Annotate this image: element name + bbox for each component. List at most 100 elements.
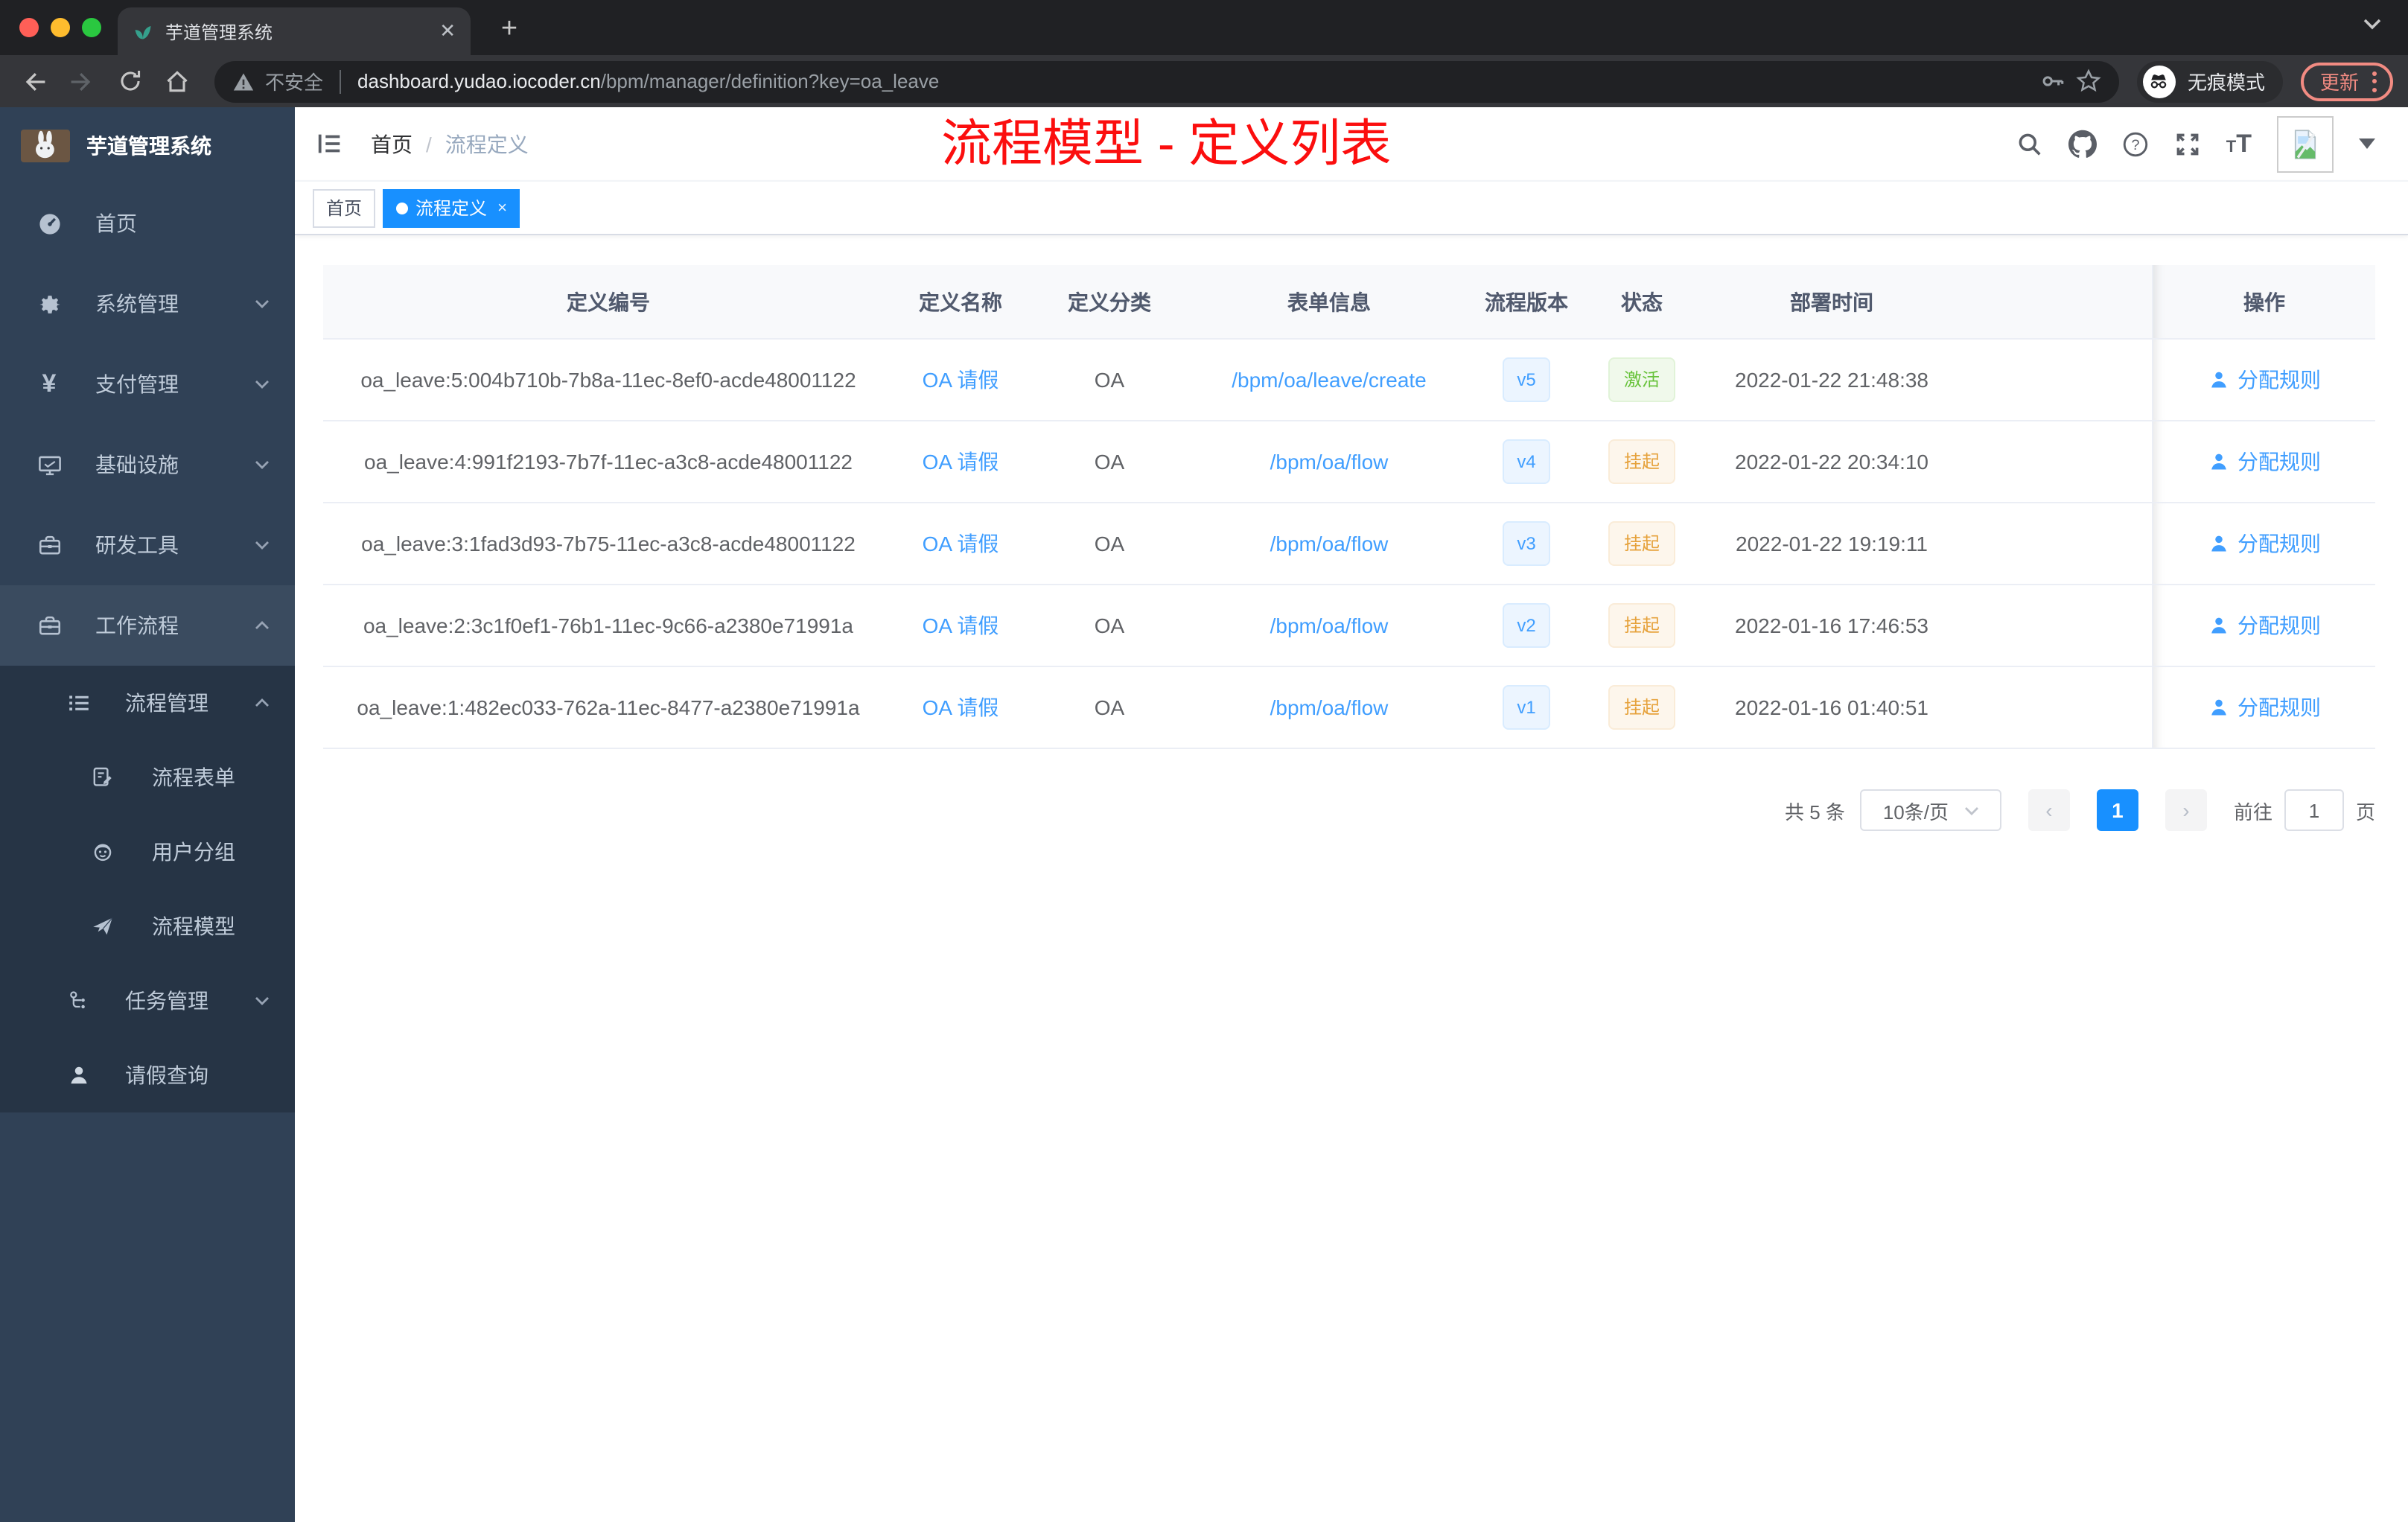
user-group-icon <box>89 840 116 864</box>
sidebar-item-process-form[interactable]: 流程表单 <box>0 740 295 815</box>
sidebar-menu: 首页 系统管理 ¥ 支付管理 基础设施 研发工具 工作流程 流程管理 流程表单 … <box>0 183 295 1112</box>
user-icon <box>2211 453 2226 470</box>
sidebar-item-payment[interactable]: ¥ 支付管理 <box>0 344 295 424</box>
cell-definition-id: oa_leave:5:004b710b-7b8a-11ec-8ef0-acde4… <box>360 368 856 392</box>
help-icon[interactable]: ? <box>2122 130 2149 157</box>
browser-window: 芋道管理系统 ✕ + 不安全 dashboard.yudao.iocoder.c… <box>0 0 2408 1522</box>
cell-deploy-time: 2022-01-22 19:19:11 <box>1736 532 1928 555</box>
new-tab-button[interactable]: + <box>491 12 527 48</box>
github-icon[interactable] <box>2068 130 2097 158</box>
prev-page-button[interactable]: ‹ <box>2028 789 2070 831</box>
user-icon <box>2211 699 2226 716</box>
omnibox-divider <box>340 69 342 93</box>
sidebar-item-devtools[interactable]: 研发工具 <box>0 505 295 585</box>
status-badge: 挂起 <box>1608 685 1675 730</box>
fullscreen-icon[interactable] <box>2174 130 2201 157</box>
col-header-name: 定义名称 <box>919 290 1002 313</box>
security-warning-icon[interactable] <box>232 71 255 92</box>
tab-search-caret-icon[interactable] <box>2363 18 2381 30</box>
sidebar-item-process-management[interactable]: 流程管理 <box>0 666 295 740</box>
cell-category: OA <box>1094 532 1125 555</box>
url-host: dashboard.yudao.iocoder.cn <box>357 70 601 92</box>
window-zoom-button[interactable] <box>82 18 101 37</box>
password-key-icon[interactable] <box>2040 69 2065 94</box>
search-icon[interactable] <box>2016 130 2043 157</box>
page-unit-label: 页 <box>2355 800 2375 823</box>
assign-rule-button[interactable]: 分配规则 <box>2152 421 2375 502</box>
forward-icon[interactable] <box>63 62 101 101</box>
sidebar-item-user-group[interactable]: 用户分组 <box>0 815 295 889</box>
sidebar-item-workflow[interactable]: 工作流程 <box>0 585 295 666</box>
form-link[interactable]: /bpm/oa/flow <box>1270 532 1389 555</box>
gear-icon <box>36 291 63 316</box>
cell-definition-id: oa_leave:3:1fad3d93-7b75-11ec-a3c8-acde4… <box>361 532 856 555</box>
next-page-button[interactable]: › <box>2165 789 2207 831</box>
form-link[interactable]: /bpm/oa/leave/create <box>1232 368 1427 392</box>
window-minimize-button[interactable] <box>51 18 70 37</box>
active-tag-dot <box>396 202 409 214</box>
font-size-icon[interactable]: TT <box>2226 129 2252 159</box>
definition-name-link[interactable]: OA 请假 <box>923 695 999 719</box>
incognito-label: 无痕模式 <box>2187 71 2265 94</box>
cell-category: OA <box>1094 695 1125 719</box>
back-icon[interactable] <box>15 62 54 101</box>
current-page-button[interactable]: 1 <box>2096 789 2138 831</box>
col-header-status: 状态 <box>1621 290 1663 313</box>
sidebar-item-leave-query[interactable]: 请假查询 <box>0 1038 295 1112</box>
assign-rule-button[interactable]: 分配规则 <box>2152 667 2375 748</box>
definition-name-link[interactable]: OA 请假 <box>923 532 999 555</box>
table-body: oa_leave:5:004b710b-7b8a-11ec-8ef0-acde4… <box>323 340 2375 749</box>
cell-category: OA <box>1094 368 1125 392</box>
reload-icon[interactable] <box>110 62 149 101</box>
chevron-up-icon <box>253 617 271 634</box>
chevron-down-icon <box>253 375 271 393</box>
chevron-down-icon <box>253 992 271 1010</box>
assign-rule-button[interactable]: 分配规则 <box>2152 585 2375 666</box>
sidebar-item-process-model[interactable]: 流程模型 <box>0 889 295 964</box>
page-size-select[interactable]: 10条/页 <box>1859 789 2001 831</box>
sidebar-collapse-icon[interactable] <box>316 130 344 158</box>
sidebar-item-infrastructure[interactable]: 基础设施 <box>0 424 295 505</box>
browser-menu-kebab-icon[interactable] <box>2372 71 2377 92</box>
status-badge: 挂起 <box>1608 603 1675 648</box>
tab-favicon-icon <box>133 21 153 42</box>
pagination-total: 共 5 条 <box>1785 800 1845 823</box>
cell-deploy-time: 2022-01-22 21:48:38 <box>1735 368 1928 392</box>
update-button[interactable]: 更新 <box>2300 62 2393 101</box>
tag-home[interactable]: 首页 <box>313 188 376 227</box>
breadcrumb-current: 流程定义 <box>445 132 529 156</box>
window-close-button[interactable] <box>19 18 39 37</box>
avatar[interactable] <box>2277 115 2334 172</box>
assign-rule-button[interactable]: 分配规则 <box>2152 503 2375 584</box>
avatar-caret-icon[interactable] <box>2359 138 2375 149</box>
bookmark-star-icon[interactable] <box>2076 69 2101 94</box>
browser-tab[interactable]: 芋道管理系统 ✕ <box>118 7 471 55</box>
assign-rule-button[interactable]: 分配规则 <box>2152 340 2375 420</box>
goto-label: 前往 <box>2233 800 2272 823</box>
workflow-submenu: 流程管理 流程表单 用户分组 流程模型 任务管理 请假查询 <box>0 666 295 1112</box>
definition-name-link[interactable]: OA 请假 <box>923 368 999 392</box>
paper-plane-icon <box>89 914 116 938</box>
form-link[interactable]: /bpm/oa/flow <box>1270 450 1389 474</box>
tag-close-icon[interactable]: × <box>497 199 507 217</box>
breadcrumb-home[interactable]: 首页 <box>371 129 413 159</box>
tab-title: 芋道管理系统 <box>165 22 273 42</box>
home-icon[interactable] <box>158 62 197 101</box>
definition-name-link[interactable]: OA 请假 <box>923 614 999 637</box>
tag-process-definition[interactable]: 流程定义 × <box>383 188 520 227</box>
svg-text:?: ? <box>2131 136 2139 153</box>
window-controls <box>19 18 101 37</box>
app-title: 芋道管理系统 <box>86 133 211 157</box>
tab-close-icon[interactable]: ✕ <box>439 19 456 43</box>
user-icon <box>2211 617 2226 634</box>
user-icon <box>2211 372 2226 388</box>
sidebar-item-system[interactable]: 系统管理 <box>0 264 295 344</box>
form-link[interactable]: /bpm/oa/flow <box>1270 614 1389 637</box>
goto-page-input[interactable]: 1 <box>2284 789 2344 831</box>
definition-name-link[interactable]: OA 请假 <box>923 450 999 474</box>
address-bar[interactable]: 不安全 dashboard.yudao.iocoder.cn/bpm/manag… <box>214 60 2119 102</box>
app-navbar: 首页 / 流程定义 流程模型 - 定义列表 ? TT <box>295 107 2408 182</box>
sidebar-item-task-management[interactable]: 任务管理 <box>0 964 295 1038</box>
sidebar-item-home[interactable]: 首页 <box>0 183 295 264</box>
form-link[interactable]: /bpm/oa/flow <box>1270 695 1389 719</box>
